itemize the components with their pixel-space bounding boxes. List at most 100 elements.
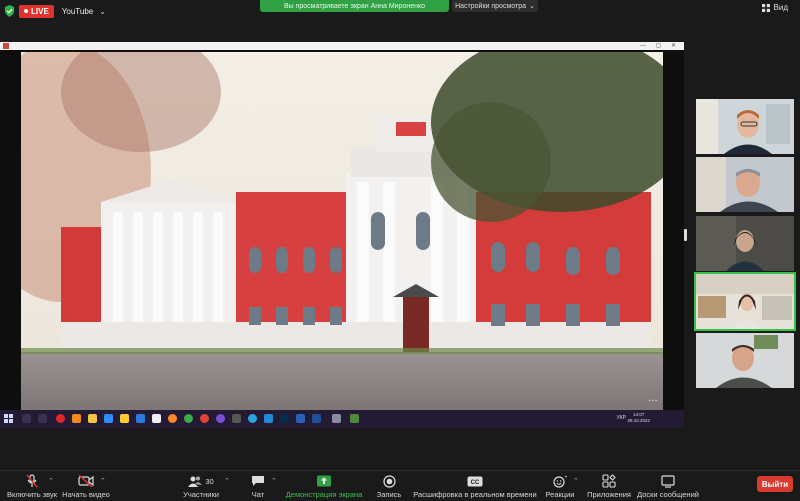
live-transcript-label: Расшифровка в реальном времени: [413, 490, 537, 499]
vlc-icon: [72, 414, 81, 423]
taskbar-clock: 14:07 28.10.2022: [627, 412, 650, 424]
participant-video[interactable]: [696, 157, 794, 212]
chrome-icon: [184, 414, 193, 423]
firefox-icon: [168, 414, 177, 423]
opera-icon: [56, 414, 65, 423]
reactions-emoji-icon: +: [553, 475, 568, 488]
record-button[interactable]: Запись: [374, 471, 404, 501]
chat-icon: [252, 476, 264, 486]
shared-taskbar: УКР 14:07 28.10.2022: [0, 410, 684, 428]
participant-4-video: [696, 274, 794, 329]
live-stream-indicator[interactable]: LIVE YouTube ⌄: [4, 3, 106, 19]
grid-view-icon: [761, 3, 770, 12]
files-icon: [88, 414, 97, 423]
taskview-icon: [38, 414, 47, 423]
view-button[interactable]: Вид: [761, 3, 788, 12]
view-options-label: Настройки просмотра: [455, 2, 526, 10]
app-icon: [120, 414, 129, 423]
share-screen-icon: [317, 475, 331, 487]
share-screen-button[interactable]: Демонстрация экрана: [286, 471, 362, 501]
telegram-icon: [248, 414, 257, 423]
record-icon: [382, 474, 396, 488]
audio-options-chevron-icon[interactable]: ⌃: [48, 477, 54, 485]
collapse-panel-handle[interactable]: [684, 229, 687, 241]
participant-2-video: [696, 157, 794, 212]
meeting-toolbar: Включить звук ⌃ Начать видео ⌃ 30 Участн…: [0, 470, 800, 501]
share-notice-text: Вы просматриваете экран Анна Мироненко: [283, 2, 426, 10]
live-dot-icon: [24, 9, 28, 13]
participants-options-chevron-icon[interactable]: ⌃: [224, 477, 230, 485]
chat-label: Чат: [251, 490, 265, 499]
apps-label: Приложения: [587, 490, 631, 499]
windows-start-icon: [4, 414, 13, 423]
apps-icon: [602, 474, 616, 488]
participant-video-active-speaker[interactable]: [694, 272, 796, 331]
svg-text:CC: CC: [471, 479, 480, 485]
participant-5-video: [696, 333, 794, 388]
shared-window-titlebar: — ▢ ✕: [0, 42, 684, 50]
search-icon: [22, 414, 31, 423]
reactions-options-chevron-icon[interactable]: ⌃: [573, 477, 579, 485]
photoshop-icon: [280, 414, 289, 423]
share-notice-banner: Вы просматриваете экран Анна Мироненко: [260, 0, 449, 12]
participants-icon: [188, 476, 203, 487]
settings-icon: [232, 414, 241, 423]
start-video-label: Начать видео: [62, 490, 110, 499]
svg-text:+: +: [565, 475, 568, 481]
unmute-button[interactable]: Включить звук: [6, 471, 58, 501]
closed-captions-icon: CC: [467, 476, 483, 486]
meeting-top-bar: LIVE YouTube ⌄ Вы просматриваете экран А…: [0, 0, 800, 22]
participants-button[interactable]: 30 Участники: [176, 471, 226, 501]
word-icon: [296, 414, 305, 423]
whiteboards-button[interactable]: Доски сообщений: [637, 471, 699, 501]
start-video-button[interactable]: Начать видео: [62, 471, 110, 501]
view-options-button[interactable]: Настройки просмотра ⌄: [452, 0, 538, 12]
leave-meeting-label: Выйти: [761, 479, 789, 489]
chrome-icon: [200, 414, 209, 423]
stream-target-label: YouTube: [61, 6, 94, 16]
participant-3-video: [696, 216, 794, 271]
viber-icon: [216, 414, 225, 423]
window-controls-icon: — ▢ ✕: [639, 43, 680, 49]
record-label: Запись: [376, 490, 402, 499]
taskbar-date: 28.10.2022: [627, 418, 650, 423]
chevron-down-icon: ⌄: [99, 6, 106, 16]
chat-button[interactable]: Чат: [246, 471, 270, 501]
shared-screen: — ▢ ✕ ▪ ▪ ▪ УКР 14:07 28.10.2022: [0, 42, 684, 428]
muted-mic-icon: [26, 474, 38, 488]
view-button-label: Вид: [773, 3, 788, 12]
video-off-icon: [78, 475, 94, 487]
mail-icon: [152, 414, 161, 423]
participants-label: Участники: [183, 490, 219, 499]
participant-video[interactable]: [696, 99, 794, 154]
app-icon: [350, 414, 359, 423]
slideshow-icon: [332, 414, 341, 423]
edge-icon: [264, 414, 273, 423]
live-transcript-button[interactable]: CC Расшифровка в реальном времени: [413, 471, 537, 501]
security-shield-icon: [4, 5, 15, 17]
presentation-slide: ▪ ▪ ▪: [21, 52, 663, 410]
app-icon: [3, 43, 9, 49]
photo-watermark: ▪ ▪ ▪: [648, 398, 657, 404]
leave-meeting-button[interactable]: Выйти: [757, 476, 793, 492]
apps-button[interactable]: Приложения: [587, 471, 631, 501]
share-screen-label: Демонстрация экрана: [285, 490, 363, 499]
whiteboard-icon: [661, 474, 675, 488]
participant-video[interactable]: [696, 333, 794, 388]
participant-1-video: [696, 99, 794, 154]
whiteboards-label: Доски сообщений: [637, 490, 699, 499]
building-photo: [21, 52, 663, 410]
powerpoint-icon: [312, 414, 321, 423]
ie-icon: [136, 414, 145, 423]
reactions-button[interactable]: + Реакции: [544, 471, 576, 501]
video-options-chevron-icon[interactable]: ⌃: [100, 477, 106, 485]
chevron-down-icon: ⌄: [529, 3, 535, 10]
live-badge: LIVE: [19, 4, 54, 18]
live-badge-label: LIVE: [31, 6, 49, 16]
participants-count: 30: [205, 476, 214, 486]
unmute-label: Включить звук: [6, 490, 58, 499]
reactions-label: Реакции: [545, 490, 575, 499]
chat-options-chevron-icon[interactable]: ⌃: [271, 477, 277, 485]
participant-video[interactable]: [696, 216, 794, 271]
taskbar-language: УКР: [616, 415, 626, 421]
